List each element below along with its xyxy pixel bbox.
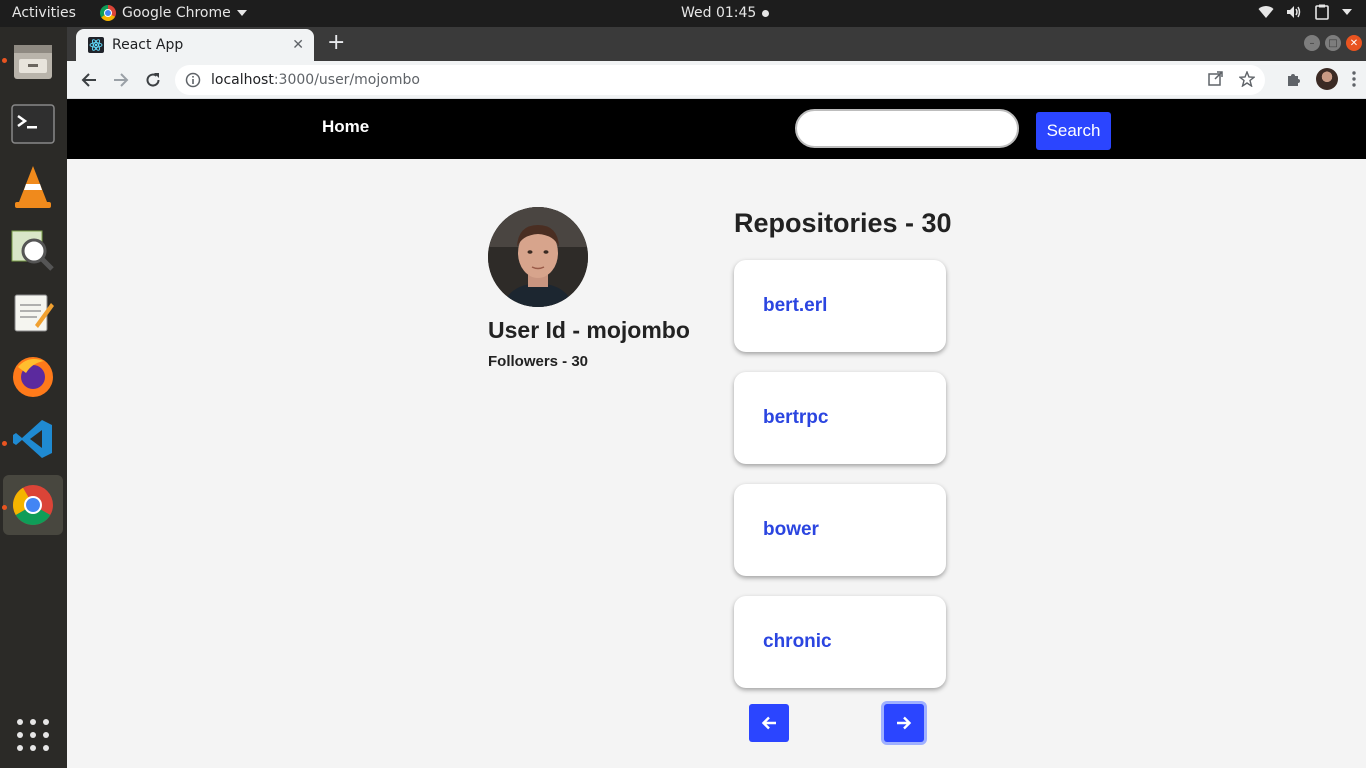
avatar [488, 207, 588, 307]
running-indicator [2, 441, 7, 446]
running-indicator [2, 505, 7, 510]
clipboard-icon [1314, 4, 1330, 20]
profile-avatar-icon[interactable] [1316, 68, 1338, 90]
toolbar-actions [1286, 68, 1356, 90]
prev-page-button[interactable] [749, 704, 789, 742]
notification-dot-icon [762, 9, 770, 17]
notepad-icon [14, 294, 54, 332]
app-menu-label: Google Chrome [122, 5, 231, 21]
volume-icon [1286, 4, 1302, 20]
vscode-icon [13, 420, 52, 458]
extensions-puzzle-icon[interactable] [1286, 71, 1302, 87]
reload-icon[interactable] [141, 68, 165, 92]
info-icon [185, 72, 201, 88]
nav-home-link[interactable]: Home [322, 117, 369, 137]
followers-count: Followers - 30 [488, 353, 589, 370]
running-indicator [2, 58, 7, 63]
clock[interactable]: Wed 01:45 [681, 5, 770, 21]
user-id-heading: User Id - mojombo [488, 317, 690, 343]
maximize-icon[interactable]: □ [1325, 35, 1341, 51]
browser-toolbar: localhost:3000/user/mojombo [67, 61, 1366, 99]
repo-name-link[interactable]: bertrpc [763, 407, 828, 429]
close-window-icon[interactable]: ✕ [1346, 35, 1362, 51]
dock-files[interactable] [3, 31, 63, 91]
repo-card-bertrpc[interactable]: bertrpc [734, 372, 946, 464]
repo-card-bower[interactable]: bower [734, 484, 946, 576]
vlc-cone-icon [15, 166, 51, 208]
bookmark-star-icon[interactable] [1239, 71, 1255, 87]
page-content: Home Search User Id - mojombo Followers … [67, 99, 1366, 768]
repositories-heading: Repositories - 30 [734, 208, 952, 238]
clock-label: Wed 01:45 [681, 5, 757, 21]
more-menu-icon[interactable] [1352, 71, 1356, 87]
tab-react-app[interactable]: React App ✕ [76, 29, 314, 61]
repo-name-link[interactable]: chronic [763, 631, 832, 653]
app-menu[interactable]: Google Chrome [100, 5, 247, 21]
search-input[interactable] [795, 109, 1019, 148]
navbar: Home Search [67, 99, 1366, 159]
system-top-bar: Activities Google Chrome Wed 01:45 [0, 0, 1366, 27]
magnifier-image-icon [11, 230, 54, 271]
dock-image-viewer[interactable] [3, 220, 63, 280]
terminal-icon [11, 104, 55, 144]
firefox-icon [13, 357, 53, 397]
dock-chrome[interactable] [3, 475, 63, 535]
react-logo-icon [88, 37, 104, 53]
chevron-down-icon [236, 10, 247, 16]
tab-title: React App [112, 37, 184, 53]
repo-card-chronic[interactable]: chronic [734, 596, 946, 688]
dock-firefox[interactable] [3, 346, 63, 406]
url-path: :3000/user/mojombo [273, 72, 420, 88]
tab-strip: React App ✕ + – □ ✕ [67, 27, 1366, 61]
chrome-app-icon [100, 5, 116, 21]
arrow-left-icon [761, 716, 776, 730]
omnibox-actions [1207, 71, 1255, 87]
next-page-button[interactable] [884, 704, 924, 742]
open-external-icon[interactable] [1207, 71, 1223, 87]
dock-text-editor[interactable] [3, 283, 63, 343]
wifi-icon [1258, 4, 1274, 20]
new-tab-icon[interactable]: + [327, 32, 345, 54]
chevron-down-icon [1342, 9, 1352, 15]
repo-name-link[interactable]: bert.erl [763, 295, 827, 317]
system-tray[interactable] [1258, 4, 1352, 20]
arrow-right-icon [897, 716, 912, 730]
repo-name-link[interactable]: bower [763, 519, 819, 541]
url-host: localhost [211, 72, 274, 88]
window-controls: – □ ✕ [1304, 35, 1362, 51]
forward-icon[interactable] [109, 68, 133, 92]
repo-card-bert-erl[interactable]: bert.erl [734, 260, 946, 352]
address-bar[interactable]: localhost:3000/user/mojombo [175, 65, 1265, 95]
close-tab-icon[interactable]: ✕ [292, 37, 304, 53]
search-button[interactable]: Search [1036, 112, 1111, 150]
show-applications-icon[interactable] [17, 719, 49, 751]
file-cabinet-icon [14, 45, 52, 79]
dock [0, 27, 67, 768]
back-icon[interactable] [77, 68, 101, 92]
browser-window: React App ✕ + – □ ✕ localhost:3000/user/… [67, 27, 1366, 768]
dock-vscode[interactable] [3, 409, 63, 469]
chrome-icon [13, 485, 53, 525]
minimize-icon[interactable]: – [1304, 35, 1320, 51]
dock-vlc[interactable] [3, 157, 63, 217]
dock-terminal[interactable] [3, 94, 63, 154]
activities-button[interactable]: Activities [12, 5, 76, 21]
